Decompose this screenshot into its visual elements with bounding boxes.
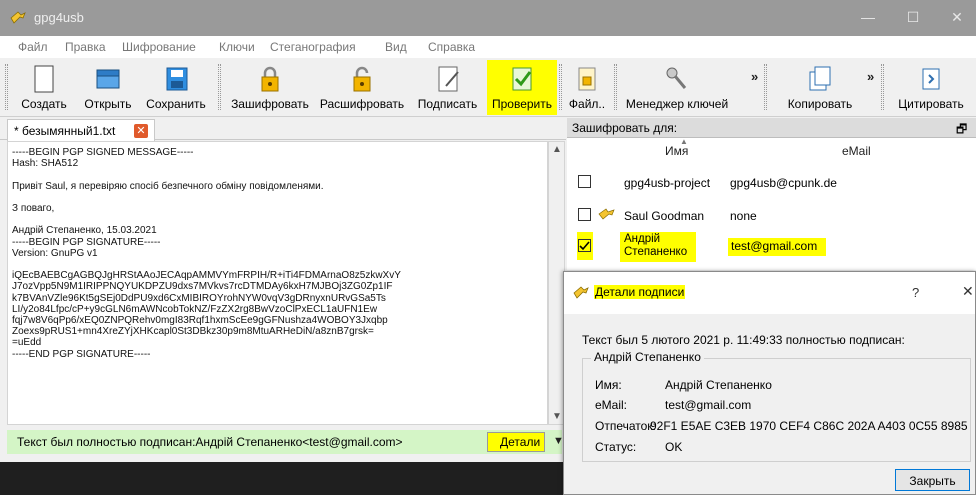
- tab-untitled1[interactable]: * безымянный1.txt ✕: [7, 119, 155, 141]
- editor-content[interactable]: -----BEGIN PGP SIGNED MESSAGE----- Hash:…: [12, 147, 532, 360]
- name-value: Андрій Степаненко: [665, 378, 772, 392]
- key-checkbox[interactable]: [578, 175, 591, 188]
- details-button[interactable]: Детали: [487, 432, 545, 452]
- signature-message: Текст был 5 лютого 2021 р. 11:49:33 полн…: [582, 333, 905, 347]
- title-bar: gpg4usb — ☐ ✕: [0, 0, 976, 36]
- maximize-icon[interactable]: ☐: [903, 9, 923, 26]
- name-label: Имя:: [595, 378, 622, 392]
- signer-group: [582, 358, 971, 462]
- sign-button[interactable]: Подписать: [411, 60, 484, 115]
- dialog-title-bar: Детали подписи ? ✕: [564, 272, 975, 314]
- minimize-icon[interactable]: —: [858, 9, 878, 25]
- new-document-icon: [34, 65, 54, 93]
- file-menu-button[interactable]: Файл..: [562, 60, 612, 115]
- key-name: Андрій Степаненко: [624, 233, 688, 258]
- file-lock-icon: [578, 67, 596, 91]
- text-editor[interactable]: -----BEGIN PGP SIGNED MESSAGE----- Hash:…: [7, 141, 548, 425]
- key-name: Saul Goodman: [624, 209, 705, 223]
- checkmark-icon: [579, 241, 590, 251]
- signature-details-dialog: Детали подписи ? ✕ Текст был 5 лютого 20…: [563, 271, 976, 495]
- signer-group-title: Андрій Степаненко: [591, 350, 704, 364]
- window-title: gpg4usb: [34, 10, 84, 25]
- tab-label: * безымянный1.txt: [14, 124, 116, 138]
- close-dialog-icon[interactable]: ✕: [962, 283, 974, 300]
- key-name: gpg4usb-project: [624, 176, 711, 190]
- menu-encryption[interactable]: Шифрование: [122, 40, 196, 54]
- toolbar-grip[interactable]: [764, 64, 767, 110]
- column-header-name[interactable]: Имя: [665, 144, 688, 158]
- verify-check-icon: [512, 67, 532, 91]
- email-label: eMail:: [595, 398, 628, 412]
- menu-keys[interactable]: Ключи: [219, 40, 255, 54]
- copy-button[interactable]: Копировать: [779, 60, 861, 115]
- key-email: gpg4usb@cpunk.de: [730, 176, 837, 190]
- menu-steganography[interactable]: Стеганография: [270, 40, 356, 54]
- status-label: Статус:: [595, 440, 637, 454]
- keys-icon: [666, 67, 687, 89]
- private-key-icon: [598, 208, 615, 220]
- menu-bar: Файл Правка Шифрование Ключи Стеганограф…: [0, 36, 976, 58]
- scroll-up-icon[interactable]: ▲: [552, 144, 562, 155]
- key-manager-button[interactable]: Менеджер ключей: [623, 60, 731, 115]
- quote-icon: [922, 68, 940, 90]
- toolbar-grip[interactable]: [5, 64, 8, 110]
- verification-status-bar: Текст был полностью подписан:Андрій Степ…: [7, 430, 564, 454]
- close-button[interactable]: Закрыть: [895, 469, 970, 491]
- lock-icon: [261, 66, 279, 92]
- close-window-icon[interactable]: ✕: [947, 9, 967, 26]
- encrypt-for-header: Зашифровать для: 🗗: [567, 118, 976, 138]
- open-folder-icon: [96, 69, 120, 89]
- key-email: none: [730, 209, 757, 223]
- key-email: test@gmail.com: [731, 239, 818, 253]
- app-logo-icon: [573, 286, 589, 299]
- menu-edit[interactable]: Правка: [65, 40, 106, 54]
- toolbar-grip[interactable]: [881, 64, 884, 110]
- column-header-email[interactable]: eMail: [842, 144, 871, 158]
- scroll-down-icon[interactable]: ▼: [552, 411, 562, 422]
- fingerprint-value: 92F1 E5AE C3EB 1970 CEF4 C86C 202A A403 …: [650, 419, 968, 433]
- help-icon[interactable]: ?: [912, 285, 919, 300]
- email-value: test@gmail.com: [665, 398, 752, 412]
- decrypt-button[interactable]: Расшифровать: [316, 60, 408, 115]
- floppy-disk-icon: [166, 67, 188, 91]
- toolbar-overflow-icon[interactable]: »: [867, 69, 874, 84]
- panel-title: Зашифровать для:: [572, 121, 678, 135]
- copy-icon: [809, 66, 831, 91]
- quote-button[interactable]: Цитировать: [889, 60, 973, 115]
- menu-file[interactable]: Файл: [18, 40, 48, 54]
- toolbar-overflow-icon[interactable]: »: [751, 69, 758, 84]
- close-tab-icon[interactable]: ✕: [134, 124, 148, 138]
- app-logo-icon: [10, 11, 26, 24]
- status-text: Текст был полностью подписан:Андрій Степ…: [17, 435, 403, 449]
- key-checkbox-checked[interactable]: [578, 239, 591, 252]
- dialog-title: Детали подписи: [594, 285, 686, 299]
- fingerprint-label: Отпечаток:: [595, 419, 656, 433]
- status-value: OK: [665, 440, 683, 454]
- unlock-icon: [353, 66, 371, 92]
- encrypt-button[interactable]: Зашифровать: [227, 60, 313, 115]
- menu-help[interactable]: Справка: [428, 40, 475, 54]
- toolbar-grip[interactable]: [614, 64, 617, 110]
- create-button[interactable]: Создать: [16, 60, 72, 115]
- menu-view[interactable]: Вид: [385, 40, 407, 54]
- toolbar-grip[interactable]: [218, 64, 221, 110]
- taskbar-area: [0, 462, 566, 495]
- open-button[interactable]: Открыть: [78, 60, 138, 115]
- sign-document-icon: [438, 66, 459, 92]
- verify-button[interactable]: Проверить: [487, 60, 557, 115]
- save-button[interactable]: Сохранить: [142, 60, 210, 115]
- key-checkbox[interactable]: [578, 208, 591, 221]
